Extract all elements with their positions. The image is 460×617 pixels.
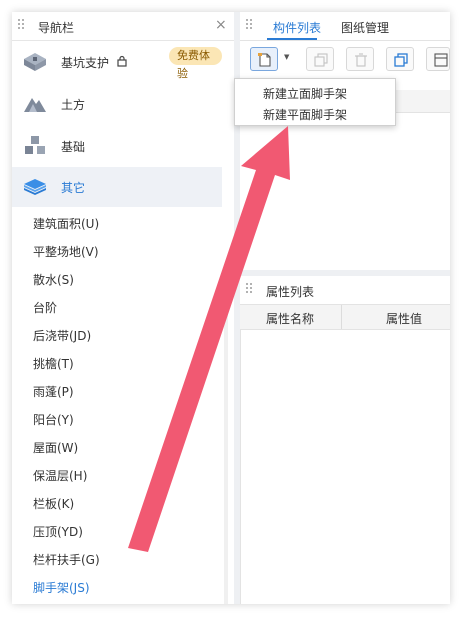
duplicate-icon	[394, 53, 408, 67]
table-border	[240, 329, 241, 604]
category-other[interactable]: 其它	[12, 167, 222, 207]
duplicate-button[interactable]	[386, 47, 414, 71]
new-button[interactable]	[250, 47, 278, 71]
free-trial-badge[interactable]: 免费体验	[169, 47, 222, 80]
copy-button[interactable]	[306, 47, 334, 71]
nav-item[interactable]: 屋面(W)	[33, 439, 78, 456]
nav-item[interactable]: 平整场地(V)	[33, 243, 99, 260]
nav-item[interactable]: 栏板(K)	[33, 495, 74, 512]
nav-item[interactable]: 压顶(YD)	[33, 523, 83, 540]
copy-icon	[314, 53, 328, 67]
chevron-down-icon[interactable]: ▼	[284, 53, 294, 65]
nav-item[interactable]: 雨蓬(P)	[33, 383, 74, 400]
category-pit-support[interactable]: 基坑支护 免费体验	[12, 42, 222, 82]
earthwork-icon	[24, 98, 46, 112]
category-label: 土方	[61, 98, 86, 112]
active-tab-indicator	[267, 38, 317, 40]
nav-item[interactable]: 后浇带(JD)	[33, 327, 91, 344]
nav-item[interactable]: 建筑面积(U)	[33, 215, 99, 232]
nav-item[interactable]: 挑檐(T)	[33, 355, 74, 372]
menu-item-new-plan-scaffold[interactable]: 新建平面脚手架	[263, 106, 347, 123]
toolbar: ▼	[240, 41, 450, 75]
drag-handle-icon[interactable]	[246, 283, 254, 297]
close-icon[interactable]: ×	[215, 17, 227, 33]
category-label: 基坑支护	[61, 56, 110, 70]
column-property-name[interactable]: 属性名称	[266, 310, 314, 327]
navigation-panel: 导航栏 × 基坑支护 免费体验 土方 基础 其它 建筑面积(U) 平整场地(V)…	[12, 12, 234, 604]
category-earthwork[interactable]: 土方	[12, 84, 222, 124]
nav-item[interactable]: 阳台(Y)	[33, 411, 74, 428]
lock-icon	[117, 55, 127, 67]
new-dropdown-menu: 新建立面脚手架 新建平面脚手架	[234, 78, 396, 126]
tab-component-list[interactable]: 构件列表	[273, 19, 321, 36]
new-file-icon	[258, 53, 271, 67]
properties-header: 属性列表	[240, 276, 450, 305]
nav-item[interactable]: 保温层(H)	[33, 467, 87, 484]
properties-column-header: 属性名称 属性值	[240, 305, 450, 330]
category-label: 其它	[61, 181, 86, 195]
nav-item[interactable]: 散水(S)	[33, 271, 74, 288]
drag-handle-icon[interactable]	[18, 19, 26, 33]
delete-button[interactable]	[346, 47, 374, 71]
column-property-value[interactable]: 属性值	[386, 310, 422, 327]
menu-item-new-elevation-scaffold[interactable]: 新建立面脚手架	[263, 85, 347, 102]
pit-support-icon	[24, 53, 46, 71]
category-label: 基础	[61, 140, 86, 154]
properties-title: 属性列表	[266, 285, 315, 299]
tab-bar: 构件列表 图纸管理	[240, 12, 450, 41]
layer-copy-icon	[434, 53, 448, 67]
layers-icon	[24, 179, 46, 195]
layer-copy-button[interactable]	[426, 47, 450, 71]
nav-item-scaffold[interactable]: 脚手架(JS)	[33, 579, 90, 596]
category-foundation[interactable]: 基础	[12, 126, 222, 166]
tab-drawing-management[interactable]: 图纸管理	[341, 19, 389, 36]
nav-item[interactable]: 台阶	[33, 299, 57, 316]
nav-scrollbar[interactable]	[224, 308, 228, 604]
delete-icon	[355, 53, 367, 67]
nav-title: 导航栏	[38, 21, 75, 35]
drag-handle-icon[interactable]	[246, 19, 254, 33]
nav-header: 导航栏 ×	[12, 12, 234, 41]
column-divider[interactable]	[341, 305, 342, 329]
foundation-icon	[25, 136, 45, 154]
nav-item[interactable]: 栏杆扶手(G)	[33, 551, 100, 568]
